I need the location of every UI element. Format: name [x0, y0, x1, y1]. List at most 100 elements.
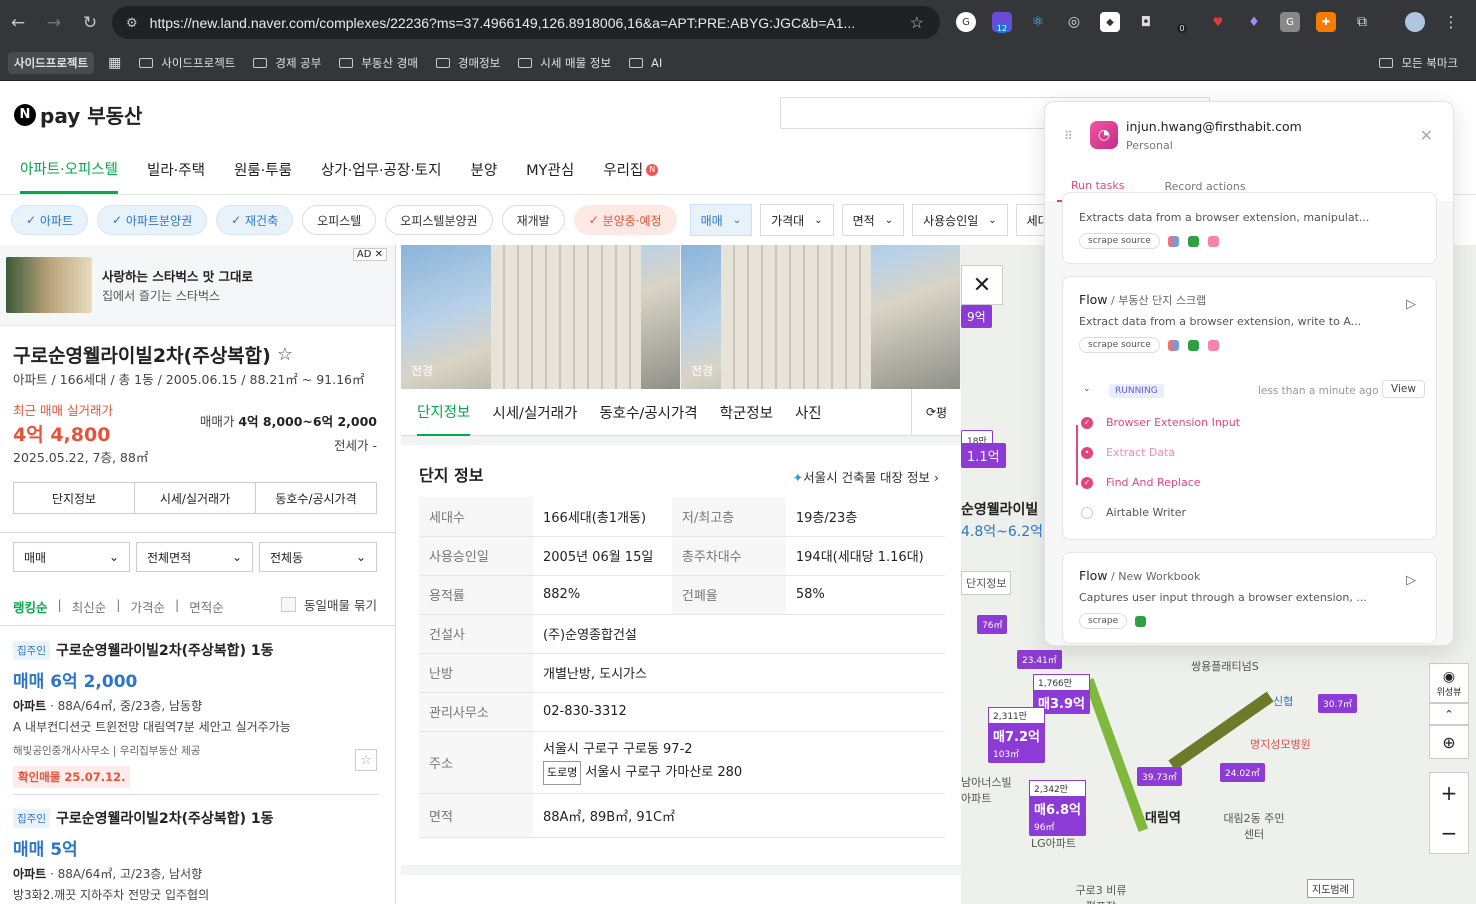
ad-badge[interactable]: AD ✕ [352, 248, 387, 261]
extension-c-icon[interactable]: 0 [1172, 12, 1192, 33]
sort-ranking[interactable]: 랭킹순 [13, 597, 48, 616]
favorite-star-icon[interactable]: ☆ [355, 749, 377, 771]
ad-banner[interactable]: 사랑하는 스타벅스 맛 그대로 집에서 즐기는 스타벅스 AD ✕ [0, 245, 395, 326]
map-marker[interactable]: 23.41㎡ [1017, 650, 1062, 669]
flow-card[interactable]: Flow / New Workbook Captures user input … [1062, 552, 1437, 644]
map-marker[interactable]: 39.73㎡ [1137, 767, 1182, 786]
map-marker[interactable]: 76㎡ [977, 615, 1008, 634]
map-marker[interactable]: 2,311만 매7.2억 103㎡ [988, 707, 1045, 763]
map-marker[interactable]: 2,342만 매6.8억 96㎡ [1029, 780, 1086, 836]
map-marker[interactable]: 9억 [961, 305, 992, 328]
bookmark-folder-4[interactable]: 경매정보 [435, 55, 500, 71]
unit-toggle[interactable]: ⟳ 평 [911, 389, 961, 435]
extension-g-icon[interactable]: G [956, 12, 976, 32]
flow-card[interactable]: Flow / 부동산 단지 스크랩 Extract data from a br… [1062, 276, 1437, 540]
list-item[interactable]: 집주인 구로순영웰라이빌2차(주상복합) 1동 매매 5억 아파트 · 88A/6… [13, 808, 379, 903]
reload-icon[interactable]: ↻ [76, 9, 104, 37]
select-area[interactable]: 전체면적 ⌄ [136, 542, 253, 572]
complex-photo[interactable]: 전경 [681, 245, 960, 389]
chip-presale-upcoming[interactable]: ✓ 분양중·예정 [573, 205, 677, 235]
satellite-view-button[interactable]: ◉ 위성뷰 [1429, 663, 1469, 703]
nav-villa[interactable]: 빌라·주택 [147, 146, 205, 194]
tab-photos[interactable]: 사진 [795, 389, 822, 436]
play-icon[interactable]: ▷ [1406, 573, 1416, 588]
chip-officetel[interactable]: 오피스텔 [302, 205, 377, 235]
chevron-down-icon[interactable]: ⌄ [1083, 384, 1091, 394]
address-bar[interactable]: ⚙ https://new.land.naver.com/complexes/2… [112, 6, 940, 39]
building-register-link[interactable]: ✦서울시 건축물 대장 정보 › [793, 467, 939, 486]
close-icon[interactable]: ✕ [961, 265, 1003, 305]
camera-icon[interactable]: ◘ [1136, 12, 1156, 32]
extensions-puzzle-icon[interactable]: ⧉ [1352, 12, 1372, 32]
favorite-star-icon[interactable]: ☆ [277, 344, 293, 365]
tab-market-price[interactable]: 시세/실거래가 [492, 389, 577, 436]
tab-school[interactable]: 학군정보 [720, 389, 773, 436]
extension-gray-g-icon[interactable]: G [1280, 12, 1300, 32]
nav-oneroom[interactable]: 원룸·투룸 [234, 146, 292, 194]
extension-purple-icon[interactable]: ♦ [1244, 12, 1264, 32]
play-icon[interactable]: ▷ [1406, 297, 1416, 312]
map-marker[interactable]: 1.1억 [961, 443, 1006, 468]
bookmark-group-sideproject[interactable]: 사이드프로젝트 [8, 51, 95, 74]
dropdown-area[interactable]: 면적 ⌄ [841, 204, 905, 236]
bookmark-star-icon[interactable]: ☆ [910, 13, 924, 33]
bookmark-folder-1[interactable]: 사이드프로젝트 [139, 55, 235, 71]
select-dong[interactable]: 전체동 ⌄ [259, 542, 377, 572]
nav-my-home[interactable]: 우리집 N [603, 146, 659, 194]
tab-unit-price[interactable]: 동호수/공시가격 [599, 389, 697, 436]
zoom-out-icon[interactable]: − [1441, 821, 1458, 845]
bookmark-folder-2[interactable]: 경제 공부 [253, 55, 321, 71]
checkbox[interactable] [281, 597, 297, 612]
chip-apartment[interactable]: ✓ 아파트 [11, 205, 88, 235]
view-button[interactable]: View [1382, 380, 1425, 398]
select-trade[interactable]: 매매 ⌄ [13, 542, 130, 572]
back-icon[interactable]: ← [4, 9, 32, 37]
flow-card[interactable]: Extracts data from a browser extension, … [1062, 192, 1437, 264]
zoom-in-icon[interactable]: + [1441, 781, 1458, 805]
sort-latest[interactable]: 최신순 [72, 597, 107, 616]
tab-unit-price[interactable]: 동호수/공시가격 [256, 483, 376, 513]
chip-redevelopment[interactable]: 재개발 [501, 205, 565, 235]
site-info-icon[interactable]: ⚙ [126, 15, 138, 31]
map-marker[interactable]: 30.7㎡ [1318, 694, 1358, 713]
chip-officetel-presale[interactable]: 오피스텔분양권 [385, 205, 493, 235]
complex-photo[interactable]: 전경 [401, 245, 680, 389]
nav-apartment[interactable]: 아파트·오피스텔 [20, 146, 118, 194]
dropdown-approval-date[interactable]: 사용승인일 ⌄ [912, 204, 1008, 236]
target-icon[interactable]: ◎ [1064, 12, 1084, 32]
extension-badge-icon[interactable]: 12 [992, 12, 1012, 33]
chip-reconstruction[interactable]: ✓ 재건축 [216, 205, 294, 235]
dropdown-trade-type[interactable]: 매매 ⌄ [689, 204, 753, 236]
dropdown-price[interactable]: 가격대 ⌄ [760, 204, 834, 236]
locate-icon[interactable]: ⊕ [1429, 725, 1469, 759]
tab-complex-info[interactable]: 단지정보 [417, 389, 471, 436]
nav-my-interest[interactable]: MY관심 [526, 146, 574, 194]
map-legend-button[interactable]: 지도범례 [1307, 879, 1354, 898]
bookmark-folder-5[interactable]: 시세 매물 정보 [518, 55, 611, 71]
bookmark-folder-3[interactable]: 부동산 경매 [339, 55, 418, 71]
extension-orange-icon[interactable]: ✚ [1316, 12, 1336, 32]
map-marker[interactable]: 24.02㎡ [1220, 763, 1265, 782]
sort-price[interactable]: 가격순 [130, 597, 165, 616]
nav-presale[interactable]: 분양 [470, 146, 497, 194]
chip-apt-presale-right[interactable]: ✓ 아파트분양권 [97, 205, 208, 235]
site-logo[interactable]: Npay 부동산 [14, 100, 142, 129]
menu-kebab-icon[interactable]: ⋮ [1441, 12, 1461, 32]
tab-complex-info[interactable]: 단지정보 [14, 483, 135, 513]
same-listing-toggle[interactable]: 동일매물 묶기 [281, 595, 377, 614]
extension-red-icon[interactable]: ♥ [1208, 12, 1228, 32]
tab-market-price[interactable]: 시세/실거래가 [135, 483, 256, 513]
nav-commercial[interactable]: 상가·업무·공장·토지 [321, 146, 442, 194]
profile-avatar[interactable] [1405, 12, 1425, 32]
forward-icon[interactable]: → [40, 9, 68, 37]
close-icon[interactable]: ✕ [1420, 126, 1433, 145]
bookmark-folder-6[interactable]: AI [629, 56, 662, 70]
drag-handle-icon[interactable]: ⠿ [1064, 129, 1073, 143]
sort-area[interactable]: 면적순 [189, 597, 224, 616]
map-info-tab[interactable]: 단지정보 [961, 571, 1012, 595]
all-bookmarks[interactable]: 모든 북마크 [1379, 55, 1458, 71]
list-item[interactable]: 집주인 구로순영웰라이빌2차(주상복합) 1동 매매 6억 2,000 아파트 ·… [13, 640, 379, 788]
apps-grid-icon[interactable]: ▦ [108, 55, 121, 71]
extension-box-icon[interactable]: ◆ [1100, 12, 1120, 32]
react-icon[interactable]: ⚛ [1028, 12, 1048, 32]
